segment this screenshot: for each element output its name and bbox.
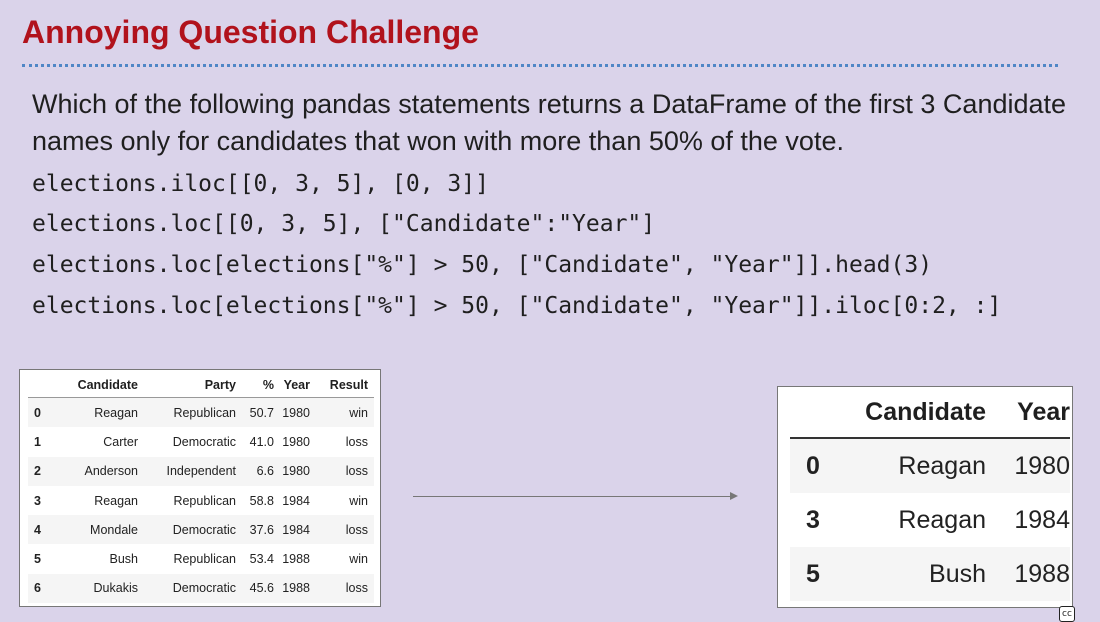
row-index: 2 — [28, 456, 56, 486]
column-header-candidate: Candidate — [77, 378, 138, 392]
index-header — [28, 373, 56, 398]
cell-percent: 41.0 — [249, 434, 274, 449]
table-row: 5 Bush Republican 53.4 1988 win — [28, 544, 374, 573]
cell-percent: 37.6 — [236, 515, 274, 545]
cell-percent: 50.7 — [236, 397, 274, 428]
row-index: 5 — [34, 552, 41, 567]
cell-percent: 6.6 — [236, 456, 274, 486]
column-header-year: Year — [1017, 397, 1070, 426]
row-index: 3 — [806, 505, 820, 534]
cell-party: Independent — [138, 456, 236, 486]
column-header-result: Result — [329, 378, 368, 392]
row-index: 6 — [28, 573, 56, 604]
cell-percent: 53.4 — [249, 552, 274, 567]
row-index: 3 — [34, 493, 41, 508]
cell-candidate: Anderson — [56, 456, 138, 486]
slide-title: Annoying Question Challenge — [22, 14, 479, 50]
table-row: 0 Reagan 1980 — [790, 438, 1070, 493]
option-code-3: elections.loc[elections["%"] > 50, ["Can… — [32, 252, 933, 278]
cell-year: 1980 — [986, 438, 1070, 493]
table-row: 3 Reagan 1984 — [790, 493, 1070, 547]
cell-candidate: Bush — [109, 552, 139, 567]
result-table: Candidate Year 0 Reagan 1980 3 Reagan 19… — [777, 386, 1073, 608]
question-text: Which of the following pandas statements… — [32, 89, 1067, 156]
cell-candidate: Reagan — [94, 493, 138, 508]
cell-year: 1980 — [282, 434, 310, 449]
creative-commons-icon: cc — [1059, 606, 1075, 622]
arrow-line — [413, 496, 733, 497]
cell-candidate: Bush — [846, 547, 986, 601]
option-code-4: elections.loc[elections["%"] > 50, ["Can… — [32, 293, 1002, 319]
cell-candidate: Reagan — [846, 438, 986, 493]
table-header-row: Candidate Party % Year Result — [28, 373, 374, 398]
cell-party: Democratic — [172, 434, 236, 449]
cell-party: Republican — [138, 397, 236, 428]
row-index: 5 — [790, 547, 846, 601]
table-row: 1 Carter Democratic 41.0 1980 loss — [28, 427, 374, 456]
cell-result: loss — [345, 434, 368, 449]
cell-year: 1988 — [274, 573, 310, 604]
row-index: 1 — [34, 434, 41, 449]
table-row: 3 Reagan Republican 58.8 1984 win — [28, 486, 374, 515]
cell-party: Republican — [173, 552, 236, 567]
cell-result: win — [310, 397, 374, 428]
cell-candidate: Dukakis — [56, 573, 138, 604]
row-index: 0 — [790, 438, 846, 493]
result-dataframe: Candidate Year 0 Reagan 1980 3 Reagan 19… — [790, 387, 1070, 601]
index-header — [790, 387, 846, 438]
elections-dataframe: Candidate Party % Year Result 0 Reagan R… — [28, 373, 374, 604]
column-header-candidate: Candidate — [865, 397, 986, 426]
title-divider — [22, 64, 1058, 67]
column-header-percent: % — [262, 378, 274, 392]
row-index: 0 — [28, 397, 56, 428]
cell-candidate: Carter — [103, 434, 138, 449]
table-row: 0 Reagan Republican 50.7 1980 win — [28, 397, 374, 428]
cell-year: 1984 — [274, 515, 310, 545]
cell-percent: 58.8 — [249, 493, 274, 508]
cell-percent: 45.6 — [236, 573, 274, 604]
cell-result: loss — [310, 573, 374, 604]
cell-candidate: Reagan — [898, 505, 986, 534]
cell-candidate: Mondale — [56, 515, 138, 545]
cell-year: 1984 — [282, 493, 310, 508]
table-row: 6 Dukakis Democratic 45.6 1988 loss — [28, 573, 374, 604]
cell-year: 1980 — [274, 456, 310, 486]
cell-result: win — [349, 552, 368, 567]
column-header-year: Year — [283, 378, 310, 392]
cell-year: 1980 — [274, 397, 310, 428]
option-code-2: elections.loc[[0, 3, 5], ["Candidate":"Y… — [32, 211, 656, 237]
table-row: 4 Mondale Democratic 37.6 1984 loss — [28, 515, 374, 545]
cell-year: 1988 — [986, 547, 1070, 601]
table-header-row: Candidate Year — [790, 387, 1070, 438]
elections-table: Candidate Party % Year Result 0 Reagan R… — [19, 369, 381, 607]
cell-result: loss — [310, 456, 374, 486]
cell-result: loss — [310, 515, 374, 545]
cell-party: Democratic — [138, 573, 236, 604]
cell-result: win — [349, 493, 368, 508]
cell-party: Democratic — [138, 515, 236, 545]
cell-year: 1984 — [1014, 505, 1070, 534]
table-row: 2 Anderson Independent 6.6 1980 loss — [28, 456, 374, 486]
cell-year: 1988 — [282, 552, 310, 567]
cell-candidate: Reagan — [56, 397, 138, 428]
option-code-1: elections.iloc[[0, 3, 5], [0, 3]] — [32, 171, 489, 197]
cell-party: Republican — [173, 493, 236, 508]
arrow-right-icon — [730, 492, 738, 500]
table-row: 5 Bush 1988 — [790, 547, 1070, 601]
row-index: 4 — [28, 515, 56, 545]
column-header-party: Party — [204, 378, 236, 392]
